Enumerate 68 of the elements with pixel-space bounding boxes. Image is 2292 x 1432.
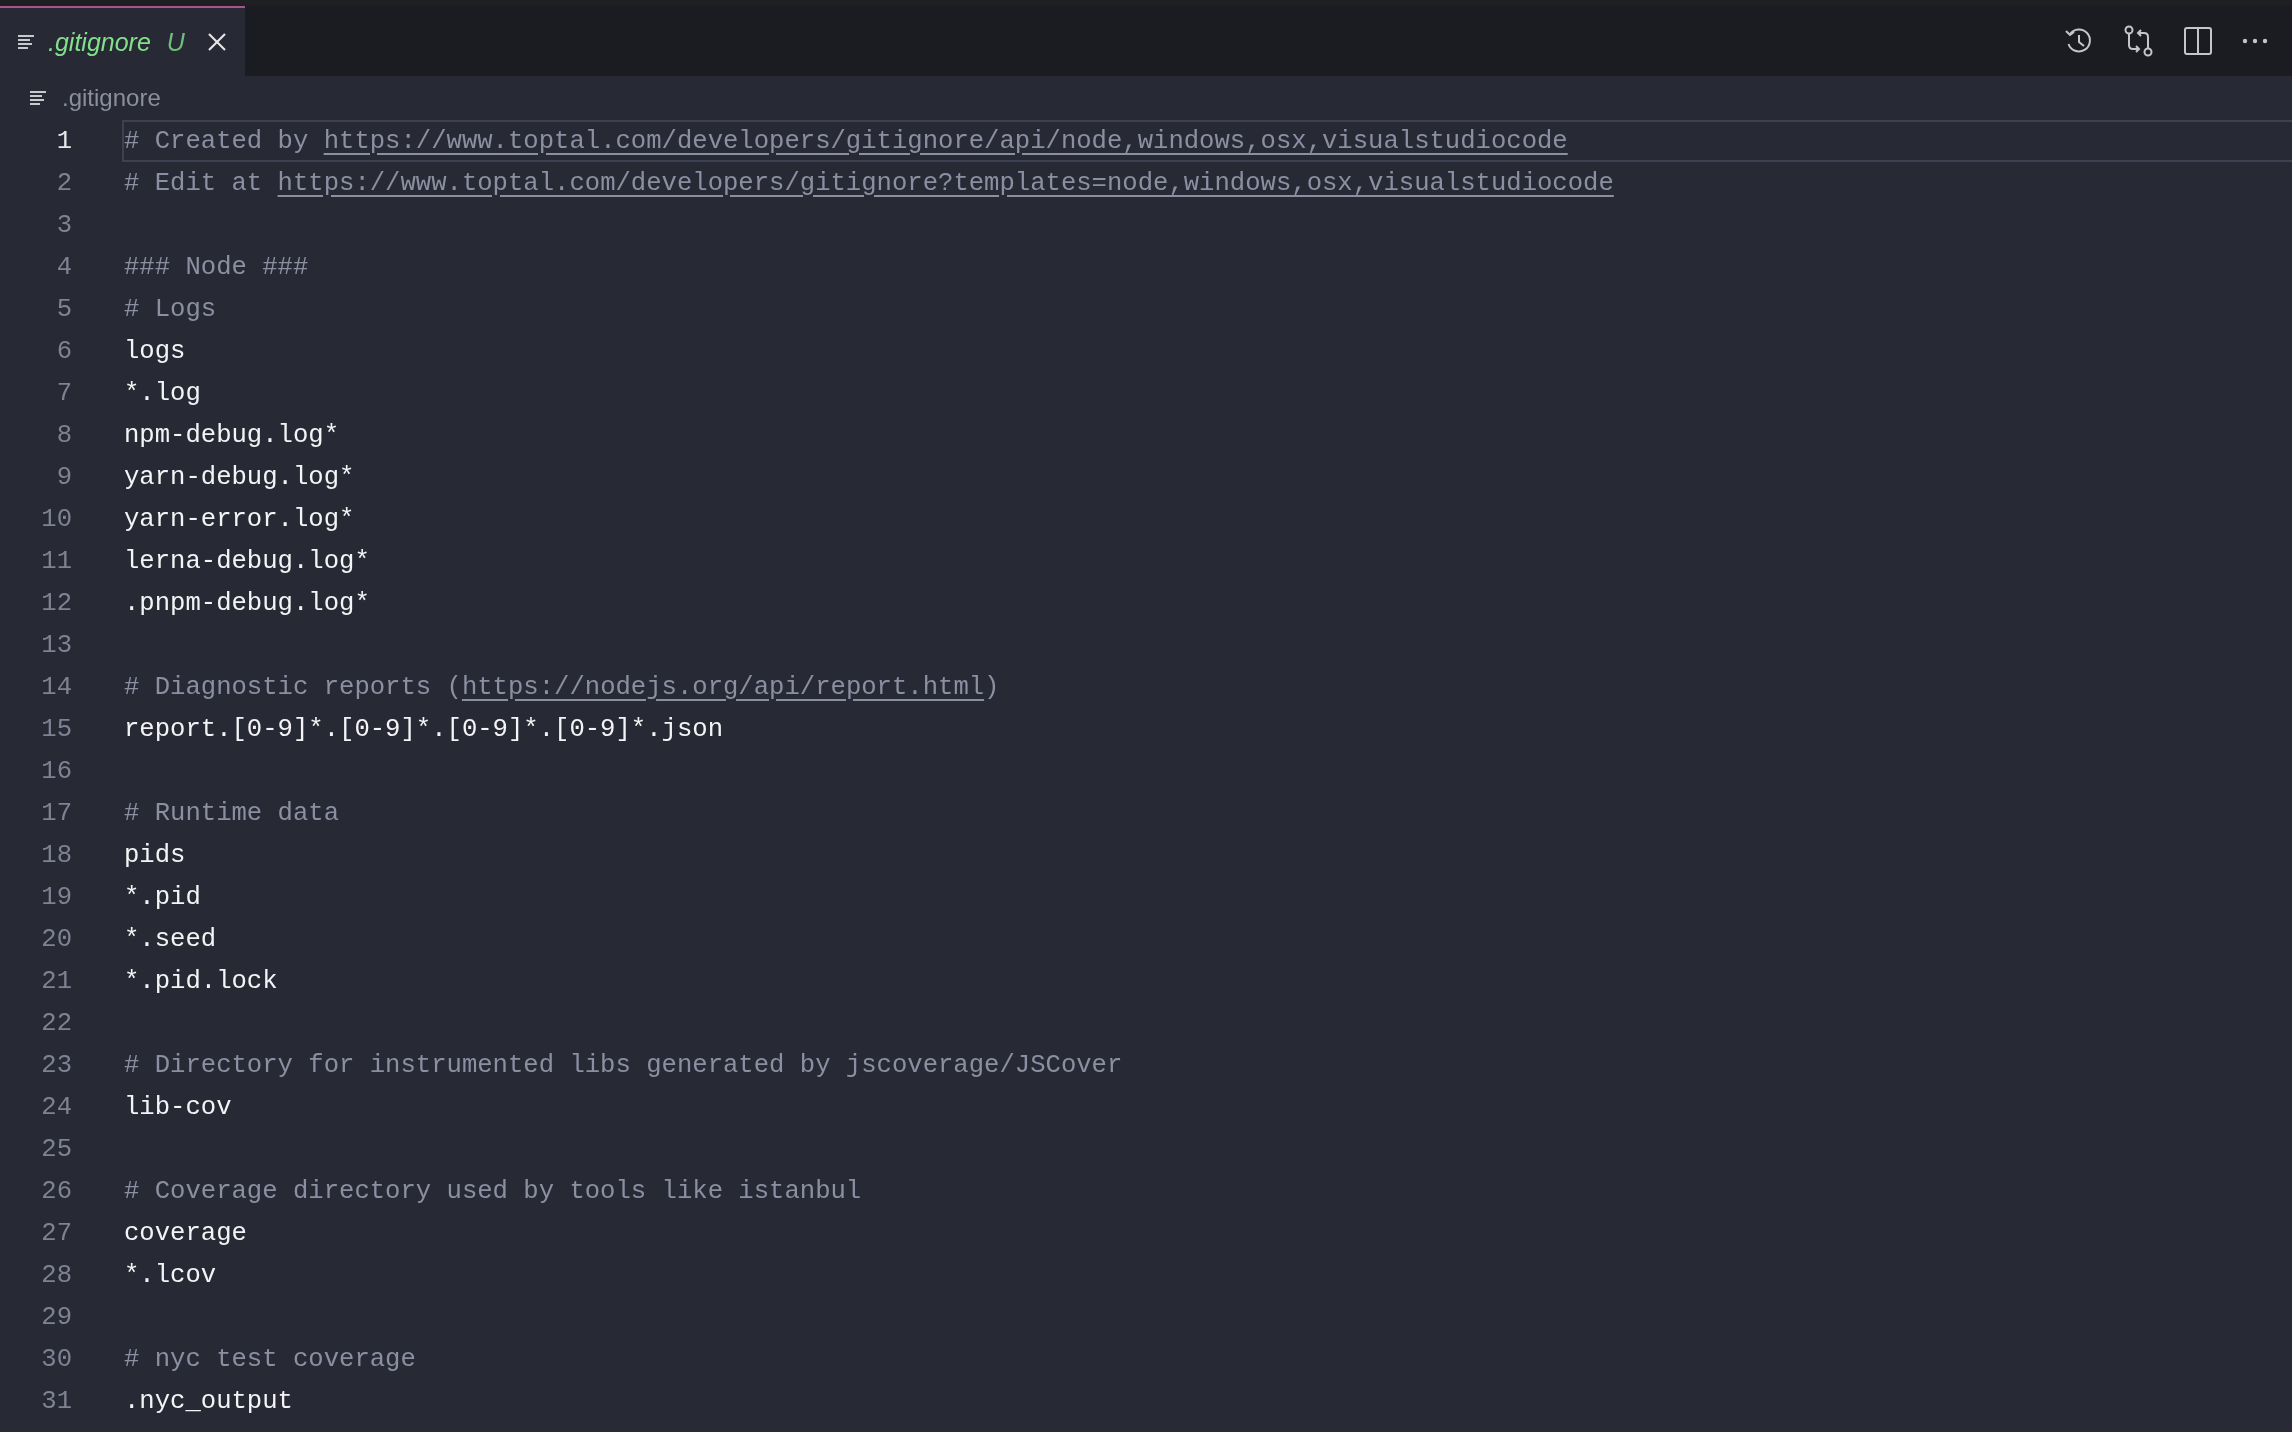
comment-line: # nyc test coverage <box>124 1344 416 1374</box>
pattern-line: lerna-debug.log* <box>124 546 370 576</box>
line-number: 17 <box>40 798 72 828</box>
comment-line: # Logs <box>124 294 217 324</box>
line-number: 30 <box>40 1344 72 1374</box>
pattern-line: *.log <box>124 378 201 408</box>
pattern-line: *.seed <box>124 924 217 954</box>
comment-line: # Created by https://www.toptal.com/developers/gitignore/api/node,windows,osx,visualstudiocode <box>124 126 1568 156</box>
line-number: 22 <box>40 1008 72 1038</box>
compare-changes-icon[interactable] <box>2124 25 2154 57</box>
line-number: 12 <box>40 588 72 618</box>
comment-line: ### Node ### <box>124 252 309 282</box>
pattern-line: logs <box>124 336 186 366</box>
more-icon[interactable] <box>2242 38 2268 44</box>
pattern-line: .pnpm-debug.log* <box>124 588 370 618</box>
line-number: 19 <box>40 882 72 912</box>
pattern-line: coverage <box>124 1218 247 1248</box>
line-number: 23 <box>40 1050 72 1080</box>
line-number: 7 <box>55 378 72 408</box>
comment-line: # Edit at https://www.toptal.com/developers/gitignore?templates=node,windows,osx,visualstudiocode <box>124 168 1614 198</box>
line-number: 29 <box>40 1302 72 1332</box>
line-number: 16 <box>40 756 72 786</box>
line-number: 8 <box>55 420 72 450</box>
comment-line: # Diagnostic reports (https://nodejs.org/api/report.html) <box>124 672 1000 702</box>
line-number: 26 <box>40 1176 72 1206</box>
pattern-line: pids <box>124 840 186 870</box>
pattern-line: yarn-error.log* <box>124 504 355 534</box>
line-number: 27 <box>40 1218 72 1248</box>
line-number: 25 <box>40 1134 72 1164</box>
line-number: 3 <box>55 210 72 240</box>
line-number: 4 <box>55 252 72 282</box>
file-lines-icon <box>30 90 48 106</box>
line-number: 14 <box>40 672 72 702</box>
close-icon[interactable] <box>206 32 227 52</box>
line-number: 2 <box>55 168 72 198</box>
line-number: 24 <box>40 1092 72 1122</box>
editor-tab[interactable]: .gitignore U <box>0 6 245 76</box>
line-number: 10 <box>40 504 72 534</box>
line-number: 21 <box>40 966 72 996</box>
comment-line: # Runtime data <box>124 798 340 828</box>
url-link[interactable]: https://nodejs.org/api/report.html <box>461 672 985 702</box>
line-number: 9 <box>55 462 72 492</box>
line-number: 28 <box>40 1260 72 1290</box>
breadcrumb-item[interactable]: .gitignore <box>62 84 161 112</box>
line-number: 31 <box>40 1386 72 1416</box>
pattern-line: yarn-debug.log* <box>124 462 355 492</box>
line-number: 6 <box>55 336 72 366</box>
pattern-line: report.[0-9]*.[0-9]*.[0-9]*.[0-9]*.json <box>124 714 723 744</box>
line-number: 20 <box>40 924 72 954</box>
line-number: 11 <box>40 546 72 576</box>
url-link[interactable]: https://www.toptal.com/developers/gitignore/api/node,windows,osx,visualstudiocode <box>323 126 1568 156</box>
pattern-line: npm-debug.log* <box>124 420 340 450</box>
line-number: 13 <box>40 630 72 660</box>
pattern-line: *.pid <box>124 882 201 912</box>
line-number: 5 <box>55 294 72 324</box>
line-number: 18 <box>40 840 72 870</box>
split-editor-icon[interactable] <box>2184 27 2212 55</box>
url-link[interactable]: https://www.toptal.com/developers/gitignore?templates=node,windows,osx,visualstudiocode <box>277 168 1614 198</box>
pattern-line: .nyc_output <box>124 1386 293 1416</box>
pattern-line: *.pid.lock <box>124 966 278 996</box>
git-status-label: U <box>166 27 185 57</box>
line-number: 1 <box>55 126 72 156</box>
line-number: 15 <box>40 714 72 744</box>
pattern-line: lib-cov <box>124 1092 232 1122</box>
comment-line: # Directory for instrumented libs generated by jscoverage/JSCover <box>124 1050 1123 1080</box>
file-lines-icon <box>18 34 36 50</box>
comment-line: # Coverage directory used by tools like istanbul <box>124 1176 862 1206</box>
pattern-line: *.lcov <box>124 1260 217 1290</box>
